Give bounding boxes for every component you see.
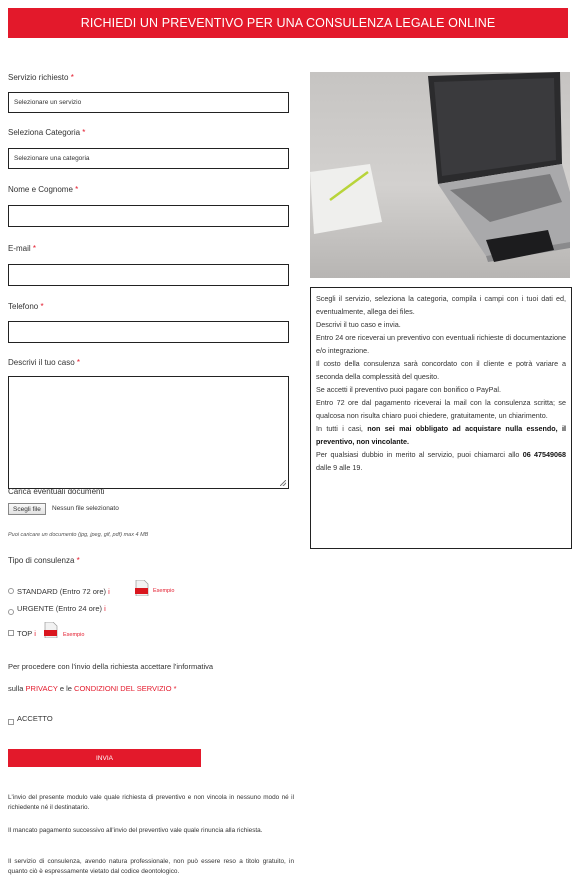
pdf-icon[interactable] <box>135 580 149 596</box>
info-p5: Se accetti il preventivo puoi pagare con… <box>316 385 501 394</box>
laptop-photo <box>310 72 570 278</box>
submit-button[interactable]: INVIA <box>8 749 201 767</box>
info-p6: Entro 72 ore dal pagamento riceverai la … <box>316 398 566 420</box>
required-mark: * <box>32 244 37 253</box>
info-icon[interactable]: i <box>108 587 110 596</box>
required-mark: * <box>76 358 81 367</box>
resize-handle-icon[interactable] <box>280 480 286 486</box>
upload-label: Carica eventuali documenti <box>8 487 105 496</box>
privacy-prefix: sulla <box>8 684 24 693</box>
email-label: E-mail * <box>8 244 36 253</box>
footer-note-1: L'invio del presente modulo vale quale r… <box>8 794 294 811</box>
type-label-text: Tipo di consulenza <box>8 556 75 565</box>
radio-standard[interactable] <box>8 588 14 594</box>
info-p2: Descrivi il tuo caso e invia. <box>316 320 401 329</box>
upload-hint: Puoi caricare un documento (jpg, jpeg, g… <box>8 532 149 538</box>
phone-label-text: Telefono <box>8 302 39 311</box>
info-icon[interactable]: i <box>104 604 106 613</box>
info-p7-pre: In tutti i casi, <box>316 424 363 433</box>
required-mark: * <box>82 128 86 137</box>
service-label: Servizio richiesto * <box>8 73 74 82</box>
option-top-label: TOP i <box>17 629 36 638</box>
option-urgente-label: URGENTE (Entro 24 ore) i <box>17 604 106 613</box>
privacy-mid: e le <box>59 684 72 693</box>
info-box: Scegli il servizio, seleziona la categor… <box>310 287 572 549</box>
required-mark: * <box>70 73 74 82</box>
footer-note-2: Il mancato pagamento successivo all'invi… <box>8 827 263 834</box>
checkbox-top[interactable] <box>8 630 14 636</box>
email-input[interactable] <box>8 264 289 286</box>
radio-urgente[interactable] <box>8 609 14 615</box>
info-icon[interactable]: i <box>34 629 36 638</box>
phone-label: Telefono * <box>8 302 44 311</box>
name-label: Nome e Cognome * <box>8 185 78 194</box>
option-urgente-text: URGENTE (Entro 24 ore) <box>17 604 103 613</box>
option-standard-label: STANDARD (Entro 72 ore) i <box>17 587 110 596</box>
required-mark: * <box>76 556 80 565</box>
required-mark: * <box>75 185 79 194</box>
option-top-text: TOP <box>17 629 33 638</box>
service-select[interactable]: Selezionare un servizio <box>8 92 289 113</box>
option-standard-text: STANDARD (Entro 72 ore) <box>17 587 107 596</box>
accept-checkbox[interactable] <box>8 719 14 725</box>
example-link-top[interactable]: Esempio <box>63 632 84 638</box>
service-label-text: Servizio richiesto <box>8 73 69 82</box>
conditions-link[interactable]: CONDIZIONI DEL SERVIZIO <box>74 684 172 693</box>
privacy-link[interactable]: PRIVACY <box>26 684 58 693</box>
case-textarea[interactable] <box>8 376 289 489</box>
privacy-line2: sulla PRIVACY e le CONDIZIONI DEL SERVIZ… <box>8 684 177 693</box>
case-label: Descrivi il tuo caso * <box>8 358 80 367</box>
example-link-standard[interactable]: Esempio <box>153 588 174 594</box>
required-mark: * <box>173 684 177 693</box>
choose-file-button[interactable]: Scegli file <box>8 503 46 515</box>
accept-label: ACCETTO <box>17 714 53 723</box>
email-label-text: E-mail <box>8 244 31 253</box>
category-label: Seleziona Categoria * <box>8 128 85 137</box>
name-input[interactable] <box>8 205 289 227</box>
info-p3: Entro 24 ore riceverai un preventivo con… <box>316 333 566 355</box>
required-mark: * <box>40 302 44 311</box>
privacy-line1: Per procedere con l'invio della richiest… <box>8 662 214 671</box>
phone-input[interactable] <box>8 321 289 343</box>
category-label-text: Seleziona Categoria <box>8 128 81 137</box>
case-label-text: Descrivi il tuo caso <box>8 358 75 367</box>
phone-link[interactable]: 06 47549068 <box>523 450 566 459</box>
name-label-text: Nome e Cognome <box>8 185 73 194</box>
page-banner: RICHIEDI UN PREVENTIVO PER UNA CONSULENZ… <box>8 8 568 38</box>
info-p8-end: dalle 9 alle 19. <box>316 463 363 472</box>
info-p8: Per qualsiasi dubbio in merito al serviz… <box>316 448 566 474</box>
category-select[interactable]: Selezionare una categoria <box>8 148 289 169</box>
pdf-icon[interactable] <box>44 622 58 638</box>
info-p7: In tutti i casi, non sei mai obbligato a… <box>316 422 566 448</box>
footer-note-3: Il servizio di consulenza, avendo natura… <box>8 858 294 875</box>
info-p1: Scegli il servizio, seleziona la categor… <box>316 294 566 316</box>
info-p8-text: Per qualsiasi dubbio in merito al serviz… <box>316 450 520 459</box>
type-label: Tipo di consulenza * <box>8 556 80 565</box>
laptop-illustration <box>310 72 570 262</box>
info-p4: Il costo della consulenza sarà concordat… <box>316 359 566 381</box>
file-status: Nessun file selezionato <box>52 505 119 512</box>
